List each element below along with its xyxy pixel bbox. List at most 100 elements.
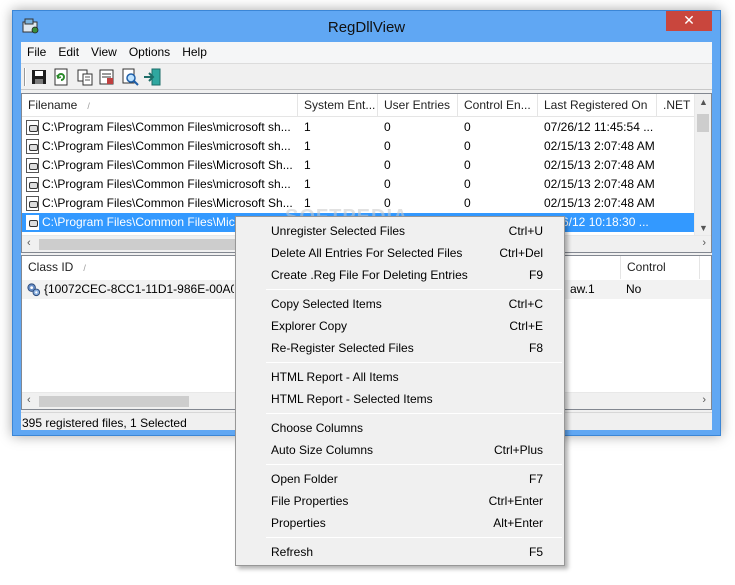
last-registered-cell: 07/26/12 11:45:54 ... [544, 120, 654, 134]
control-entries-cell: 0 [464, 177, 471, 191]
user-entries-cell: 0 [384, 139, 391, 153]
user-entries-cell: 0 [384, 177, 391, 191]
menu-separator [266, 464, 562, 465]
menu-item-unregister[interactable]: Unregister Selected Files Ctrl+U [238, 220, 562, 242]
menu-item-delete-entries[interactable]: Delete All Entries For Selected Files Ctr… [238, 242, 562, 264]
col-system-entries[interactable]: System Ent... [298, 94, 378, 117]
menu-item-html-selected[interactable]: HTML Report - Selected Items [238, 388, 562, 410]
menu-edit[interactable]: Edit [52, 42, 85, 63]
save-icon[interactable] [29, 68, 49, 86]
col-filename[interactable]: Filename / [22, 94, 298, 117]
menu-item-refresh[interactable]: Refresh F5 [238, 541, 562, 563]
toolbar-grip[interactable] [24, 68, 26, 86]
system-entries-cell: 1 [304, 196, 311, 210]
table-row[interactable]: C:\Program Files\Common Files\microsoft … [22, 175, 694, 194]
last-registered-cell: 02/15/13 2:07:48 AM [544, 177, 655, 191]
menu-item-html-all[interactable]: HTML Report - All Items [238, 366, 562, 388]
dll-file-icon [26, 158, 39, 173]
control-cell: No [626, 282, 642, 296]
menu-bar: File Edit View Options Help [21, 42, 712, 63]
scroll-right-icon[interactable]: › [702, 394, 706, 406]
filename-cell: C:\Program Files\Common Files\Microsoft … [42, 158, 293, 172]
menu-help[interactable]: Help [176, 42, 213, 63]
menu-item-auto-size[interactable]: Auto Size Columns Ctrl+Plus [238, 439, 562, 461]
menu-item-shortcut: Ctrl+Enter [488, 494, 543, 508]
dll-file-icon [26, 139, 39, 154]
menu-item-label: Create .Reg File For Deleting Entries [271, 268, 468, 282]
col-user-entries[interactable]: User Entries [378, 94, 458, 117]
user-entries-cell: 0 [384, 120, 391, 134]
menu-file[interactable]: File [21, 42, 52, 63]
gear-icon [27, 283, 41, 297]
menu-item-label: Open Folder [271, 472, 338, 486]
table-row[interactable]: C:\Program Files\Common Files\microsoft … [22, 118, 694, 137]
title-bar[interactable]: RegDllView ✕ [13, 11, 720, 43]
menu-item-label: Auto Size Columns [271, 443, 374, 457]
menu-item-open-folder[interactable]: Open Folder F7 [238, 468, 562, 490]
table-row[interactable]: C:\Program Files\Common Files\Microsoft … [22, 194, 694, 213]
control-entries-cell: 0 [464, 158, 471, 172]
menu-item-properties[interactable]: Properties Alt+Enter [238, 512, 562, 534]
menu-item-label: Refresh [271, 545, 314, 559]
menu-view[interactable]: View [85, 42, 123, 63]
last-registered-cell: 02/15/13 2:07:48 AM [544, 196, 655, 210]
window-title: RegDllView [327, 19, 406, 36]
last-registered-cell: 02/15/13 2:07:48 AM [544, 158, 655, 172]
file-list-header: Filename / System Ent... User Entries Con… [22, 94, 711, 117]
properties-icon[interactable] [97, 68, 117, 86]
menu-item-label: Choose Columns [271, 421, 364, 435]
table-row[interactable]: C:\Program Files\Common Files\microsoft … [22, 137, 694, 156]
menu-item-shortcut: Ctrl+Plus [493, 443, 543, 457]
scroll-left-icon[interactable]: ‹ [27, 237, 31, 249]
file-list-vscroll-thumb[interactable] [697, 114, 709, 132]
refresh-icon[interactable] [51, 68, 71, 86]
menu-item-shortcut: Alt+Enter [493, 516, 543, 530]
menu-item-shortcut: F8 [528, 341, 543, 355]
status-text: 395 registered files, 1 Selected [22, 416, 187, 430]
menu-item-label: Unregister Selected Files [271, 224, 406, 238]
menu-item-copy-selected[interactable]: Copy Selected Items Ctrl+C [238, 293, 562, 315]
dll-file-icon [26, 177, 39, 192]
file-list-vscroll[interactable]: ▲ ▼ [694, 94, 711, 235]
menu-separator [266, 413, 562, 414]
menu-item-create-reg[interactable]: Create .Reg File For Deleting Entries F9 [238, 264, 562, 286]
control-entries-cell: 0 [464, 139, 471, 153]
copy-icon[interactable] [75, 68, 95, 86]
menu-item-explorer-copy[interactable]: Explorer Copy Ctrl+E [238, 315, 562, 337]
menu-item-file-properties[interactable]: File Properties Ctrl+Enter [238, 490, 562, 512]
filename-cell: C:\Program Files\Common Files\microsoft … [42, 177, 291, 191]
scroll-up-icon[interactable]: ▲ [695, 97, 711, 107]
menu-item-label: Properties [271, 516, 326, 530]
scroll-down-icon[interactable]: ▼ [695, 223, 711, 233]
menu-item-label: Copy Selected Items [271, 297, 382, 311]
filename-cell: C:\Program Files\Common Files\microsoft … [42, 120, 291, 134]
sort-arrow-icon: / [83, 263, 86, 273]
menu-item-choose-columns[interactable]: Choose Columns [238, 417, 562, 439]
menu-item-shortcut: Ctrl+Del [499, 246, 543, 260]
menu-item-shortcut: Ctrl+U [508, 224, 543, 238]
scroll-right-icon[interactable]: › [702, 237, 706, 249]
table-row[interactable]: C:\Program Files\Common Files\Microsoft … [22, 156, 694, 175]
col-net[interactable]: .NET [657, 94, 697, 117]
menu-item-shortcut: F7 [528, 472, 543, 486]
find-icon[interactable] [120, 68, 140, 86]
file-list-hscroll-thumb[interactable] [39, 239, 239, 250]
col-control-entries[interactable]: Control En... [458, 94, 538, 117]
sort-arrow-icon: / [87, 101, 90, 111]
menu-item-label: HTML Report - All Items [271, 370, 399, 384]
class-id-cell: {10072CEC-8CC1-11D1-986E-00A0C9 [44, 282, 234, 296]
menu-item-label: File Properties [271, 494, 349, 508]
menu-options[interactable]: Options [123, 42, 176, 63]
control-entries-cell: 0 [464, 120, 471, 134]
menu-item-reregister[interactable]: Re-Register Selected Files F8 [238, 337, 562, 359]
scroll-left-icon[interactable]: ‹ [27, 394, 31, 406]
class-list-hscroll-thumb[interactable] [39, 396, 189, 407]
col-control[interactable]: Control [620, 256, 700, 279]
col-last-registered[interactable]: Last Registered On [538, 94, 657, 117]
control-entries-cell: 0 [464, 196, 471, 210]
filename-cell: C:\Program Files\Common Files\Microsoft … [42, 196, 293, 210]
menu-item-shortcut: F9 [528, 268, 543, 282]
col-class-id-label: Class ID [28, 260, 74, 274]
exit-icon[interactable] [142, 68, 162, 86]
close-button[interactable]: ✕ [666, 11, 712, 31]
